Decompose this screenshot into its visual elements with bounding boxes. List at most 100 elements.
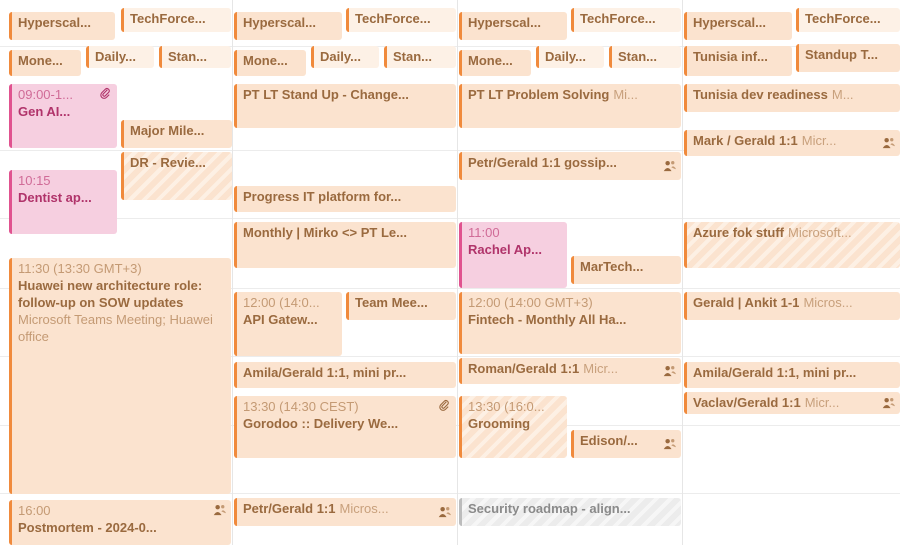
event-techforce[interactable]: TechForce...	[571, 8, 681, 32]
event-subtitle: Micros...	[803, 295, 853, 310]
event-mone[interactable]: Mone...	[9, 50, 81, 76]
event-title: Hyperscal...	[468, 15, 541, 30]
event-title: Amila/Gerald 1:1, mini pr...	[243, 365, 407, 380]
event-title: Daily...	[95, 49, 136, 64]
event-title: TechForce...	[130, 11, 206, 26]
event-fintech-all-hands[interactable]: 12:00 (14:00 GMT+3) Fintech - Monthly Al…	[459, 292, 681, 354]
event-title: Roman/Gerald 1:1	[468, 361, 580, 376]
event-gorodoo-delivery[interactable]: 13:30 (14:30 CEST) Gorodoo :: Delivery W…	[234, 396, 456, 458]
event-subtitle: Micros...	[339, 501, 389, 516]
event-title: Security roadmap - align...	[468, 501, 631, 516]
event-hyperscaler[interactable]: Hyperscal...	[684, 12, 792, 40]
event-azure-stuff[interactable]: Azure fok stuff Microsoft...	[684, 222, 900, 268]
event-subtitle: Micr...	[804, 395, 840, 410]
event-tunisia-dev-readiness[interactable]: Tunisia dev readiness M...	[684, 84, 900, 112]
event-security-roadmap[interactable]: Security roadmap - align...	[459, 498, 681, 526]
event-vaclav-gerald[interactable]: Vaclav/Gerald 1:1 Micr...	[684, 392, 900, 414]
event-title: Gerald | Ankit 1-1	[693, 295, 800, 310]
event-huawei-architecture[interactable]: 11:30 (13:30 GMT+3) Huawei new architect…	[9, 258, 231, 494]
event-standup[interactable]: Stan...	[384, 46, 456, 68]
event-title: API Gatew...	[243, 312, 318, 327]
event-title: Huawei new architecture role: follow-up …	[18, 278, 203, 310]
event-major-milestone[interactable]: Major Mile...	[121, 120, 232, 148]
event-amila-gerald[interactable]: Amila/Gerald 1:1, mini pr...	[234, 362, 456, 388]
people-icon	[882, 397, 895, 409]
event-amila-gerald[interactable]: Amila/Gerald 1:1, mini pr...	[684, 362, 900, 388]
event-postmortem[interactable]: 16:00 Postmortem - 2024-0...	[9, 500, 231, 545]
event-title: Stan...	[618, 49, 658, 64]
event-title: Stan...	[168, 49, 208, 64]
event-dentist[interactable]: 10:15 Dentist ap...	[9, 170, 117, 234]
event-title: Postmortem - 2024-0...	[18, 520, 157, 535]
event-hyperscaler[interactable]: Hyperscal...	[459, 12, 567, 40]
event-roman-gerald[interactable]: Roman/Gerald 1:1 Micr...	[459, 358, 681, 384]
event-title: Hyperscal...	[693, 15, 766, 30]
day-divider	[232, 0, 233, 545]
event-tunisia-info[interactable]: Tunisia inf...	[684, 46, 792, 76]
event-subtitle: M...	[831, 87, 854, 102]
event-grooming[interactable]: 13:30 (16:0... Grooming	[459, 396, 567, 458]
event-petr-gerald[interactable]: Petr/Gerald 1:1 Micros...	[234, 498, 456, 526]
event-hyperscaler[interactable]: Hyperscal...	[9, 12, 115, 40]
event-standup-t[interactable]: Standup T...	[796, 44, 900, 72]
people-icon	[663, 438, 676, 450]
event-title: Petr/Gerald 1:1	[243, 501, 336, 516]
event-title: Hyperscal...	[18, 15, 91, 30]
event-petr-gerald-gossip[interactable]: Petr/Gerald 1:1 gossip...	[459, 152, 681, 180]
event-time: 10:15	[18, 173, 51, 188]
event-title: Gen AI...	[18, 104, 71, 119]
event-title: Monthly | Mirko <> PT Le...	[243, 225, 407, 240]
event-standup[interactable]: Stan...	[609, 46, 681, 68]
event-title: Azure fok stuff	[693, 225, 784, 240]
day-divider	[457, 0, 458, 545]
event-title: Petr/Gerald 1:1 gossip...	[468, 155, 617, 170]
event-title: Vaclav/Gerald 1:1	[693, 395, 801, 410]
people-icon	[663, 160, 676, 172]
event-pt-lt-problem-solving[interactable]: PT LT Problem Solving Mi...	[459, 84, 681, 128]
event-daily[interactable]: Daily...	[86, 46, 154, 68]
event-title: Mone...	[18, 53, 63, 68]
event-team-meeting[interactable]: Team Mee...	[346, 292, 456, 320]
event-standup[interactable]: Stan...	[159, 46, 231, 68]
event-pt-lt-standup[interactable]: PT LT Stand Up - Change...	[234, 84, 456, 128]
event-dr-review[interactable]: DR - Revie...	[121, 152, 232, 200]
event-time: 11:00	[468, 225, 500, 240]
hour-line	[0, 218, 900, 219]
event-mone[interactable]: Mone...	[459, 50, 531, 76]
event-api-gateway[interactable]: 12:00 (14:0... API Gatew...	[234, 292, 342, 356]
event-subtitle: Micr...	[801, 133, 837, 148]
event-title: Major Mile...	[130, 123, 205, 138]
event-title: Grooming	[468, 416, 531, 431]
event-gerald-ankit[interactable]: Gerald | Ankit 1-1 Micros...	[684, 292, 900, 320]
day-divider	[682, 0, 683, 545]
people-icon	[663, 365, 676, 377]
event-title: Rachel Ap...	[468, 242, 542, 257]
event-title: Gorodoo :: Delivery We...	[243, 416, 399, 431]
event-title: TechForce...	[355, 11, 431, 26]
event-techforce[interactable]: TechForce...	[346, 8, 456, 32]
event-rachel-appointment[interactable]: 11:00 Rachel Ap...	[459, 222, 567, 288]
event-monthly-mirko[interactable]: Monthly | Mirko <> PT Le...	[234, 222, 456, 268]
event-mark-gerald[interactable]: Mark / Gerald 1:1 Micr...	[684, 130, 900, 156]
event-techforce[interactable]: TechForce...	[121, 8, 231, 32]
event-techforce[interactable]: TechForce...	[796, 8, 900, 32]
people-icon	[438, 506, 451, 518]
event-title: PT LT Problem Solving	[468, 87, 610, 102]
event-time: 12:00 (14:00 GMT+3)	[468, 295, 593, 310]
event-title: Team Mee...	[355, 295, 428, 310]
event-title: Edison/...	[580, 433, 638, 448]
event-progress-it-platform[interactable]: Progress IT platform for...	[234, 186, 456, 212]
event-time: 09:00-1...	[18, 87, 73, 102]
event-daily[interactable]: Daily...	[311, 46, 379, 68]
event-hyperscaler[interactable]: Hyperscal...	[234, 12, 342, 40]
event-martech[interactable]: MarTech...	[571, 256, 681, 284]
event-time: 16:00	[18, 503, 51, 518]
event-mone[interactable]: Mone...	[234, 50, 306, 76]
event-gen-ai[interactable]: 09:00-1... Gen AI...	[9, 84, 117, 148]
event-edison[interactable]: Edison/...	[571, 430, 681, 458]
event-title: Amila/Gerald 1:1, mini pr...	[693, 365, 857, 380]
event-title: Daily...	[320, 49, 361, 64]
event-title: Hyperscal...	[243, 15, 316, 30]
event-daily[interactable]: Daily...	[536, 46, 604, 68]
event-title: Standup T...	[805, 47, 878, 62]
